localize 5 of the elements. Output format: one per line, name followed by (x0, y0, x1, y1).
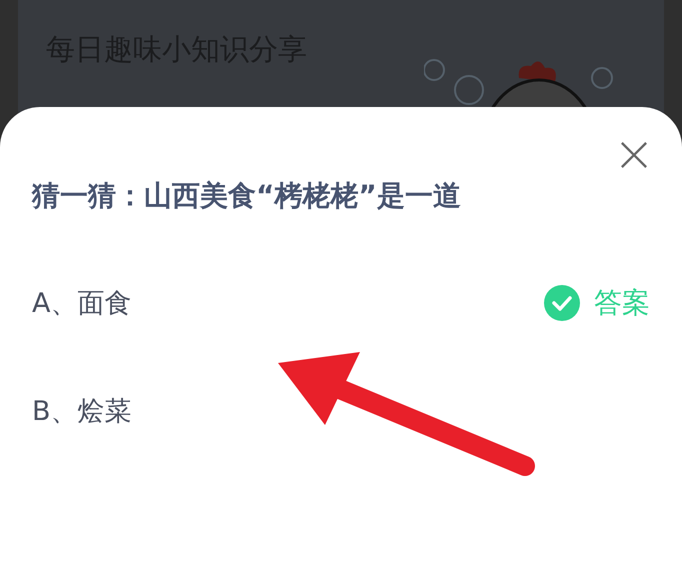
answer-option[interactable]: B、烩菜 (32, 393, 132, 429)
answer-label: 答案 (594, 285, 650, 321)
close-icon[interactable] (620, 141, 648, 169)
question-text: 猜一猜：山西美食“栲栳栳”是一道 (32, 178, 462, 214)
answer-option[interactable]: A、面食 (32, 285, 132, 321)
